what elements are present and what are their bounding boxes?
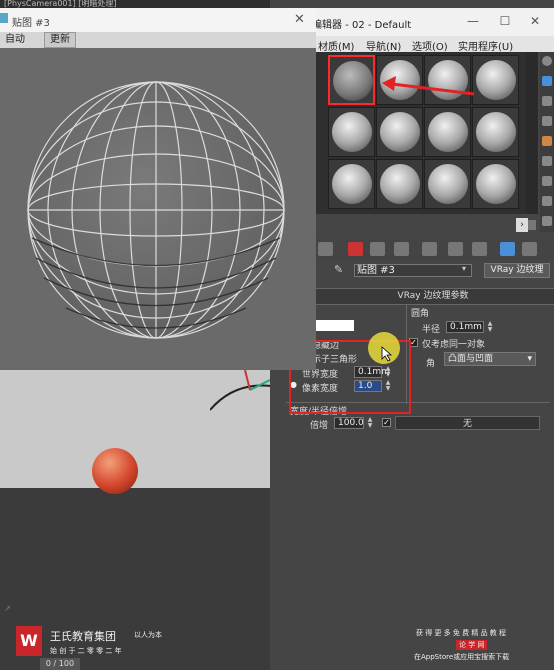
wireframe-sphere-preview — [27, 81, 285, 339]
corners-label: 角 — [426, 359, 436, 369]
select-by-material-icon[interactable] — [542, 196, 552, 206]
auto-button[interactable]: 自动 — [0, 32, 30, 48]
side-toolbar — [540, 52, 554, 232]
brand-name: 王氏教育集团 — [50, 630, 116, 643]
material-slot[interactable] — [472, 107, 519, 157]
maximize-icon[interactable]: ☐ — [498, 14, 512, 28]
multiplier-field[interactable]: 100.0 — [334, 417, 364, 429]
map-window-titlebar: 贴图 #3 ✕ — [0, 8, 316, 32]
material-slot[interactable] — [424, 159, 471, 209]
radius-field[interactable]: 0.1mm — [446, 321, 484, 333]
multiplier-map-button[interactable]: 无 — [395, 416, 540, 430]
multiplier-spinner[interactable]: ▲ ▼ — [366, 417, 374, 429]
map-window-toolbar: 自动 更新 — [0, 32, 316, 48]
red-sphere-object[interactable] — [92, 448, 138, 494]
promo-badge: 论 学 网 — [456, 640, 488, 650]
axis-gizmo-icon: ↗ — [4, 604, 11, 613]
material-slot-selected[interactable] — [328, 55, 375, 105]
show-map-icon[interactable] — [472, 242, 487, 256]
close-icon[interactable]: ✕ — [294, 12, 305, 27]
annotation-arrow — [382, 76, 475, 96]
brand-slogan: 以人为本 — [134, 631, 162, 639]
assign-material-icon[interactable] — [370, 242, 385, 256]
uv-tiling-icon[interactable] — [542, 116, 552, 126]
go-to-parent-icon[interactable] — [522, 242, 537, 256]
same-object-label: 仅考虑同一对象 — [422, 340, 486, 350]
menu-material[interactable]: 材质(M) — [318, 38, 354, 53]
multiplier-map-checkbox[interactable]: ✓ — [382, 418, 391, 427]
material-slot[interactable] — [328, 159, 375, 209]
make-preview-icon[interactable] — [542, 156, 552, 166]
material-slot[interactable] — [376, 159, 423, 209]
edge-color-swatch[interactable] — [312, 320, 354, 331]
backlight-icon[interactable] — [542, 76, 552, 86]
viewport-label-bar: [PhysCamera001] [明暗处理] — [0, 0, 270, 8]
dropdown-icon[interactable]: ▾ — [462, 264, 466, 273]
material-id-icon[interactable] — [448, 242, 463, 256]
material-toolbar — [312, 238, 554, 260]
close-icon[interactable]: ✕ — [528, 14, 542, 28]
app-icon — [0, 13, 8, 23]
sample-type-icon[interactable] — [542, 56, 552, 66]
map-type-button[interactable]: VRay 边纹理 — [484, 263, 550, 278]
scroll-right-icon[interactable]: › — [516, 218, 528, 232]
material-editor-title: 编辑器 - 02 - Default — [312, 20, 412, 31]
corners-dropdown[interactable]: 凸面与凹面 ▾ — [444, 352, 536, 366]
map-name-row: ✎ 贴图 #3 ▾ VRay 边纹理 — [312, 262, 554, 280]
promo-line-1: 获 得 更 多 免 费 精 品 教 程 — [416, 629, 507, 637]
video-check-icon[interactable] — [542, 136, 552, 146]
material-slot[interactable] — [472, 159, 519, 209]
show-end-result-icon[interactable] — [500, 242, 515, 256]
menu-options[interactable]: 选项(O) — [412, 38, 448, 53]
menu-utilities[interactable]: 实用程序(U) — [458, 38, 513, 53]
chevron-down-icon: ▾ — [527, 354, 532, 364]
material-slot[interactable] — [376, 107, 423, 157]
brand-tagline: 始 创 于 二 零 零 二 年 — [50, 647, 122, 655]
update-button[interactable]: 更新 — [44, 32, 76, 48]
menu-navigation[interactable]: 导航(N) — [366, 38, 401, 53]
rollout-header[interactable]: VRay 边纹理参数 — [312, 288, 554, 305]
mouse-cursor-icon — [381, 346, 393, 362]
corners-value: 凸面与凹面 — [448, 354, 494, 364]
viewport-floor — [0, 488, 290, 670]
radius-spinner[interactable]: ▲ ▼ — [486, 321, 494, 333]
material-slot[interactable] — [472, 55, 519, 105]
promo-line-2: 在AppStore或应用宝搜索下载 — [414, 653, 510, 661]
map-name-input[interactable]: 贴图 #3 — [354, 264, 472, 277]
options-icon[interactable] — [542, 176, 552, 186]
time-slider[interactable]: 0 / 100 — [40, 658, 80, 670]
eyedropper-icon[interactable]: ✎ — [334, 263, 343, 276]
material-slot[interactable] — [328, 107, 375, 157]
put-to-library-icon[interactable] — [422, 242, 437, 256]
brand-logo: W — [16, 626, 42, 656]
delete-icon[interactable] — [348, 242, 363, 256]
bevel-group-label: 圆角 — [411, 309, 430, 319]
radius-label: 半径 — [422, 325, 441, 335]
minimize-icon[interactable]: — — [466, 14, 480, 28]
slots-scrollbar[interactable] — [526, 52, 538, 230]
map-window-title: 贴图 #3 — [12, 18, 50, 29]
get-material-icon[interactable] — [318, 242, 333, 256]
reset-map-icon[interactable] — [394, 242, 409, 256]
multiplier-label: 倍增 — [310, 421, 329, 431]
material-navigator-icon[interactable] — [542, 216, 552, 226]
material-slot[interactable] — [424, 107, 471, 157]
background-icon[interactable] — [542, 96, 552, 106]
